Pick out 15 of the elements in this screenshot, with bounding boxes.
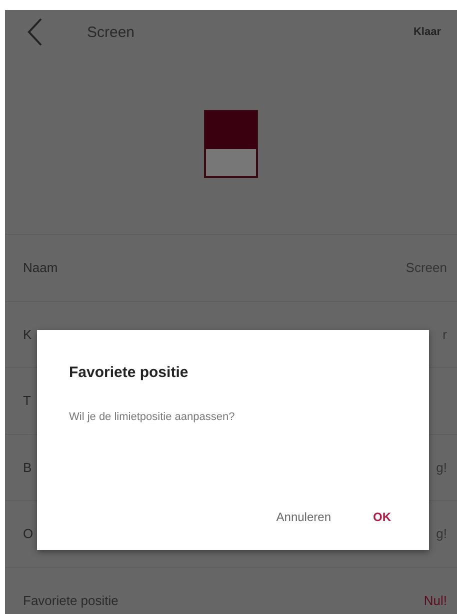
blind-icon [204, 110, 258, 178]
screen-title: Screen [87, 24, 136, 40]
row-label: K [23, 326, 32, 342]
row-label: Naam [23, 260, 58, 276]
row-value: Nul! [424, 592, 447, 608]
row-label: O [23, 526, 34, 542]
done-button[interactable]: Klaar [407, 25, 447, 39]
ok-button[interactable]: OK [367, 506, 397, 528]
row-label: T [23, 393, 31, 408]
dialog-title: Favoriete positie [69, 364, 190, 381]
cancel-button[interactable]: Annuleren [270, 506, 337, 528]
dialog-message: Wil je de limietpositie aanpassen? [69, 411, 236, 423]
settings-row[interactable]: Favoriete positie Nul! [5, 566, 457, 614]
row-label: Favoriete positie [23, 592, 118, 608]
row-label: B [23, 460, 32, 475]
